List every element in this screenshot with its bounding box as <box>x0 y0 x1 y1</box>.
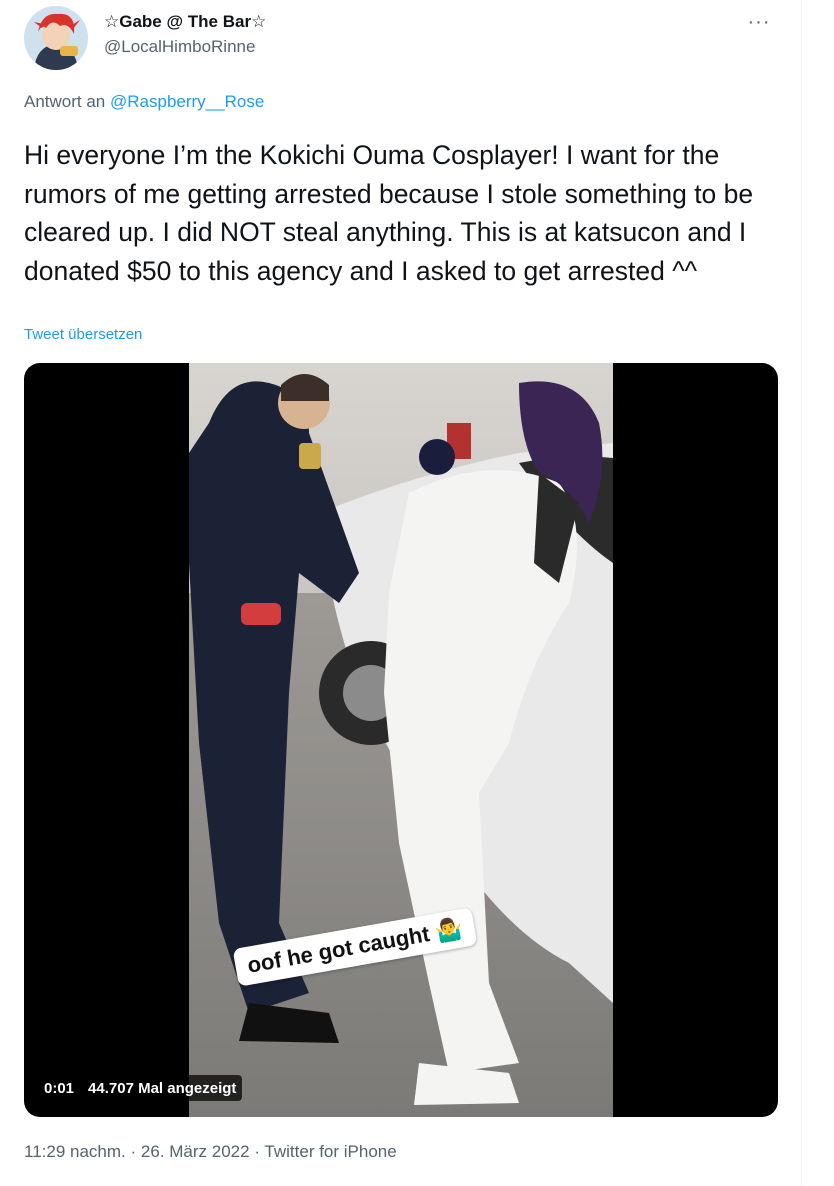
tweet-text: Hi everyone I’m the Kokichi Ouma Cosplay… <box>24 140 754 286</box>
translate-tweet-link[interactable]: Tweet übersetzen <box>24 326 142 343</box>
more-icon: ··· <box>747 11 771 33</box>
video-still-image <box>189 363 613 1117</box>
meta-separator: · <box>130 1142 137 1161</box>
more-options-button[interactable]: ··· <box>744 10 774 34</box>
video-stats-overlay: 0:01 44.707 Mal angezeigt <box>38 1075 243 1101</box>
tweet-time-link[interactable]: 11:29 nachm. · 26. März 2022 <box>24 1142 250 1161</box>
video-player[interactable]: oof he got caught 🤷‍♂️ 0:01 44.707 Mal a… <box>24 363 778 1117</box>
reply-prefix: Antwort an <box>24 92 106 111</box>
tweet-meta: 11:29 nachm. · 26. März 2022 · Twitter f… <box>24 1142 397 1162</box>
tweet-time: 11:29 nachm. <box>24 1142 126 1161</box>
tweet-date: 26. März 2022 <box>140 1142 250 1161</box>
timeline-border <box>801 0 802 1186</box>
avatar-illustration <box>24 6 88 70</box>
display-name[interactable]: ☆Gabe @ The Bar☆ <box>104 12 266 32</box>
tweet-source-link[interactable]: Twitter for iPhone <box>264 1142 396 1161</box>
video-time: 0:01 <box>44 1079 75 1097</box>
user-handle[interactable]: @LocalHimboRinne <box>104 37 255 57</box>
avatar[interactable] <box>24 6 88 70</box>
display-name-row[interactable]: ☆Gabe @ The Bar☆ <box>104 10 266 34</box>
reply-context: Antwort an @Raspberry__Rose <box>24 92 264 112</box>
shrug-emoji-icon: 🤷‍♂️ <box>433 915 465 945</box>
view-count: 44.707 Mal angezeigt <box>88 1079 237 1097</box>
video-frame <box>189 363 613 1117</box>
tweet-card: ☆Gabe @ The Bar☆ @LocalHimboRinne ··· An… <box>0 0 834 1186</box>
reply-to-link[interactable]: @Raspberry__Rose <box>110 92 264 111</box>
meta-separator: · <box>254 1142 260 1161</box>
